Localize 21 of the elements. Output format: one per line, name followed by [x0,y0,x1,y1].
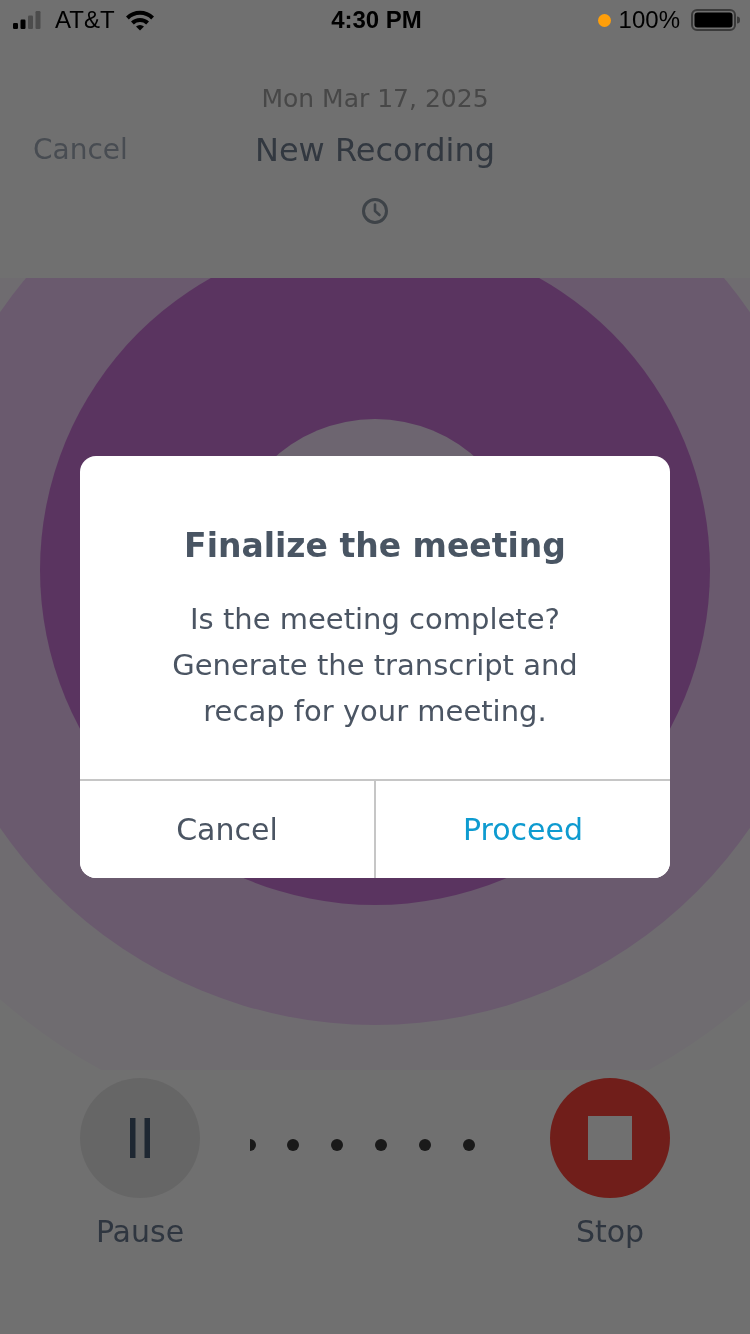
stop-label: Stop [575,1214,645,1250]
level-dot [331,1139,343,1151]
pause-label: Pause [95,1214,185,1250]
dot-icon [597,13,611,27]
proceed-button[interactable]: Proceed [374,781,670,878]
carrier-name: AT&T [55,6,115,34]
pause-icon [130,1118,150,1158]
stop-icon [588,1116,632,1160]
level-dot [463,1139,475,1151]
dialog-title: Finalize the meeting [184,525,566,567]
clock-icon[interactable] [361,197,389,225]
signal-bars-icon [13,11,41,29]
battery-percent: 100% [618,6,680,34]
battery-icon [691,9,740,31]
level-dot [419,1139,431,1151]
level-dot [375,1139,387,1151]
wifi-icon [124,9,155,31]
status-time: 4:30 PM [331,6,422,34]
level-dot [287,1139,299,1151]
screen-title: New Recording [255,130,495,171]
dialog-message: Is the meeting complete? Generate the transcript and recap for your meeting. [171,601,579,730]
